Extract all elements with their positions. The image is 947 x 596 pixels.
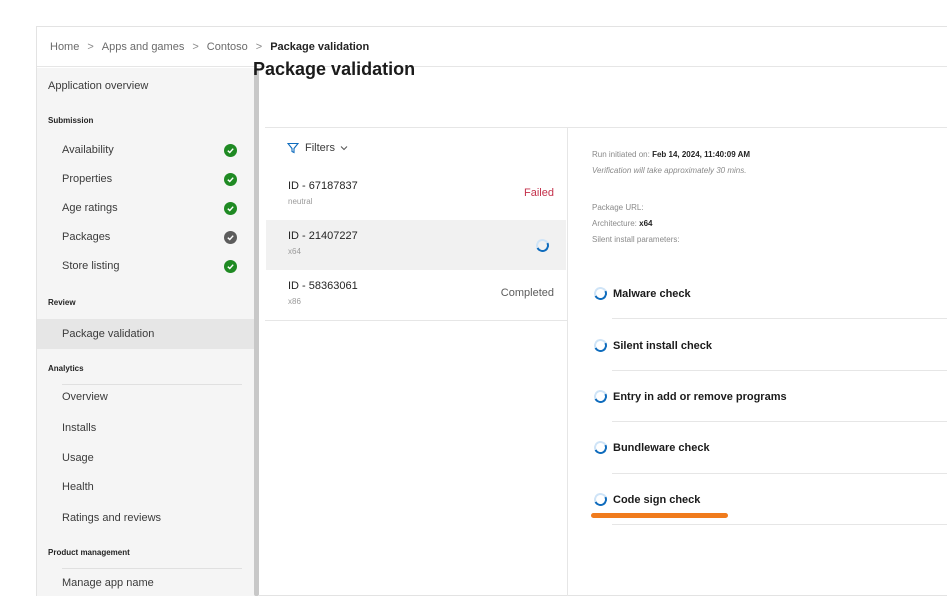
divider	[612, 421, 947, 422]
check-label: Entry in add or remove programs	[613, 391, 787, 403]
architecture: Architecture: x64	[592, 219, 653, 228]
breadcrumb-apps-and-games[interactable]: Apps and games	[102, 41, 185, 53]
run-initiated-value: Feb 14, 2024, 11:40:09 AM	[652, 150, 751, 159]
divider	[62, 568, 242, 569]
package-row-selected[interactable]: ID - 21407227 x64	[266, 220, 566, 270]
funnel-icon	[287, 142, 299, 154]
breadcrumb-contoso[interactable]: Contoso	[207, 41, 248, 53]
sidebar-item-packages[interactable]: Packages	[62, 228, 232, 246]
check-circle-icon	[224, 173, 237, 186]
sidebar-item-manage-app-name[interactable]: Manage app name	[62, 574, 232, 592]
sidebar-item-package-validation[interactable]: Package validation	[62, 325, 232, 343]
sidebar-item-ratings-and-reviews[interactable]: Ratings and reviews	[62, 509, 232, 527]
breadcrumb: Home > Apps and games > Contoso > Packag…	[37, 27, 947, 67]
check-label: Malware check	[613, 288, 691, 300]
architecture-label: Architecture:	[592, 219, 637, 228]
divider	[612, 370, 947, 371]
check-label: Bundleware check	[613, 442, 710, 454]
status-completed: Completed	[500, 287, 554, 299]
check-entry-add-remove[interactable]: Entry in add or remove programs	[592, 383, 947, 411]
sidebar-item-application-overview[interactable]: Application overview	[48, 80, 148, 92]
page-title: Package validation	[253, 59, 416, 79]
package-url-label: Package URL:	[592, 203, 644, 212]
divider	[265, 127, 947, 128]
verification-note: Verification will take approximately 30 …	[592, 166, 747, 175]
check-label: Silent install check	[613, 340, 713, 352]
filters-button[interactable]: Filters	[287, 142, 348, 154]
sidebar-item-store-listing[interactable]: Store listing	[62, 257, 232, 275]
check-silent-install[interactable]: Silent install check	[592, 332, 947, 360]
divider	[62, 384, 242, 385]
package-row[interactable]: ID - 58363061 x86 Completed	[266, 270, 566, 320]
sidebar-scrollbar[interactable]	[254, 68, 259, 596]
section-heading-product-management: Product management	[48, 548, 130, 557]
breadcrumb-home[interactable]: Home	[50, 41, 79, 53]
package-id: ID - 58363061	[288, 280, 358, 292]
section-heading-review: Review	[48, 298, 76, 307]
breadcrumb-separator: >	[87, 40, 94, 53]
breadcrumb-current: Package validation	[270, 40, 370, 53]
spinner-icon	[534, 237, 551, 254]
check-circle-icon	[224, 144, 237, 157]
check-circle-gray-icon	[224, 231, 237, 244]
architecture-value: x64	[639, 219, 653, 228]
check-circle-icon	[224, 202, 237, 215]
spinner-icon	[592, 337, 609, 354]
check-code-sign[interactable]: Code sign check	[592, 486, 947, 514]
sidebar-item-availability[interactable]: Availability	[62, 141, 232, 159]
divider	[612, 318, 947, 319]
check-label: Code sign check	[613, 494, 701, 506]
status-failed: Failed	[524, 187, 554, 199]
sidebar-item-installs[interactable]: Installs	[62, 419, 232, 437]
package-arch: x86	[288, 297, 301, 306]
breadcrumb-separator: >	[192, 40, 199, 53]
highlight-underline	[591, 513, 728, 518]
package-row[interactable]: ID - 67187837 neutral Failed	[266, 170, 566, 220]
check-circle-icon	[224, 260, 237, 273]
sidebar-item-properties[interactable]: Properties	[62, 170, 232, 188]
sidebar: Application overview Submission Availabi…	[37, 68, 259, 596]
sidebar-item-overview[interactable]: Overview	[62, 388, 232, 406]
divider	[612, 524, 947, 525]
section-heading-analytics: Analytics	[48, 364, 84, 373]
check-malware[interactable]: Malware check	[592, 280, 947, 308]
sidebar-item-health[interactable]: Health	[62, 478, 232, 496]
sidebar-item-age-ratings[interactable]: Age ratings	[62, 199, 232, 217]
check-bundleware[interactable]: Bundleware check	[592, 434, 947, 462]
filters-label: Filters	[305, 142, 335, 154]
run-initiated-label: Run initiated on:	[592, 150, 650, 159]
spinner-icon	[592, 491, 609, 508]
package-id: ID - 21407227	[288, 230, 358, 242]
silent-params-label: Silent install parameters:	[592, 235, 680, 244]
sidebar-item-usage[interactable]: Usage	[62, 449, 232, 467]
package-arch: x64	[288, 247, 301, 256]
breadcrumb-separator: >	[255, 40, 263, 53]
divider	[567, 128, 568, 596]
spinner-icon	[592, 285, 609, 302]
divider	[612, 473, 947, 474]
section-heading-submission: Submission	[48, 116, 94, 125]
package-id: ID - 67187837	[288, 180, 358, 192]
spinner-icon	[592, 388, 609, 405]
divider	[265, 320, 567, 321]
chevron-down-icon	[340, 146, 348, 151]
package-arch: neutral	[288, 197, 313, 206]
run-initiated: Run initiated on: Feb 14, 2024, 11:40:09…	[592, 150, 750, 159]
spinner-icon	[592, 439, 609, 456]
